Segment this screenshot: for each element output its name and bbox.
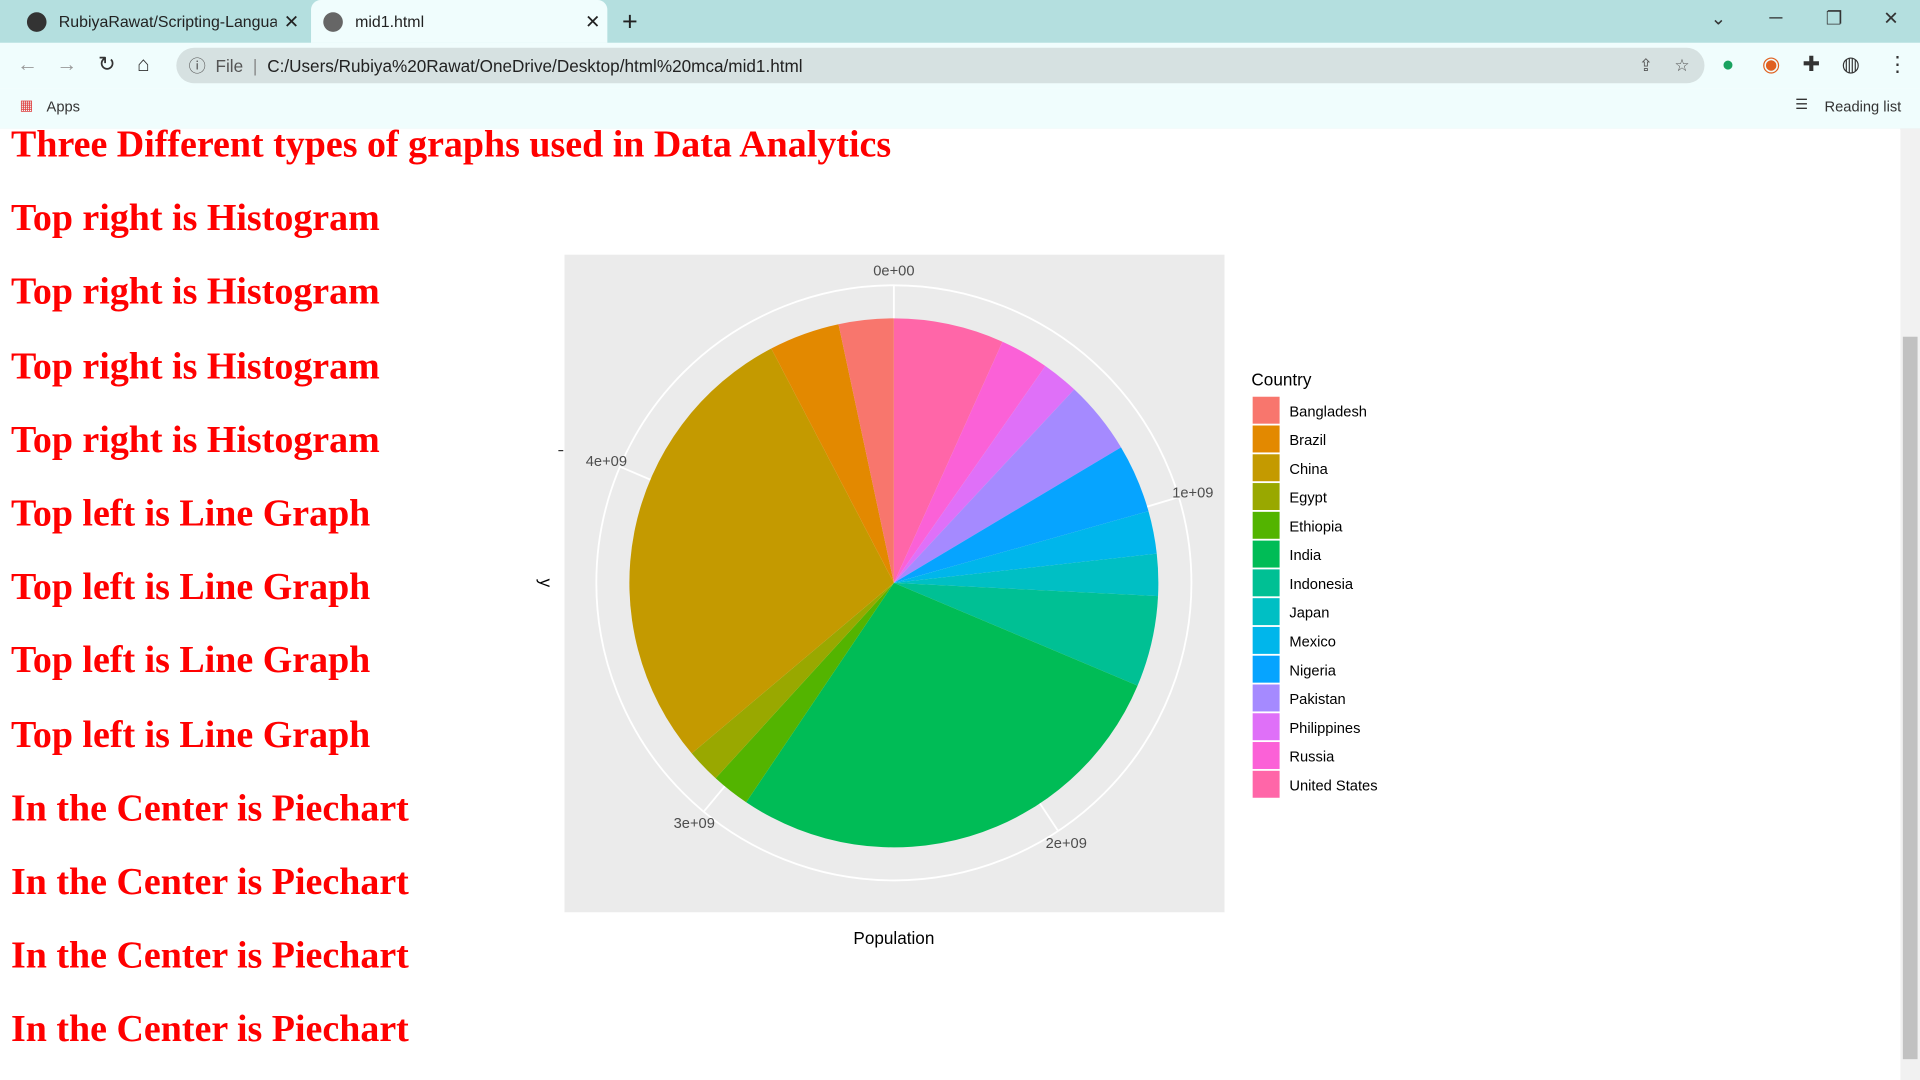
back-icon[interactable]: ← (17, 53, 38, 77)
reload-icon[interactable]: ↻ (98, 53, 115, 77)
legend-label: Japan (1289, 606, 1329, 622)
axis-tick-label: 3e+09 (674, 816, 715, 832)
pie-chart: 0e+00 1e+09 2e+09 3e+09 4e+09 Population y Coun… (536, 254, 1378, 948)
legend-key (1252, 483, 1280, 511)
tab-mid1[interactable]: mid1.html ✕ (311, 0, 608, 43)
legend-label: Bangladesh (1289, 404, 1367, 420)
menu-icon[interactable]: ⋮ (1887, 53, 1908, 77)
legend-label: Brazil (1289, 433, 1326, 449)
scrollbar-thumb[interactable] (1902, 336, 1918, 1060)
new-tab-button[interactable]: + (622, 6, 638, 38)
axis-tick-label: 2e+09 (1046, 836, 1087, 852)
close-icon[interactable]: ✕ (578, 10, 607, 33)
tab-label: RubiyaRawat/Scripting-Languages (58, 12, 277, 31)
scrollbar[interactable] (1900, 128, 1920, 1080)
legend-title: Country (1251, 370, 1311, 390)
restore-button[interactable]: ❐ (1826, 7, 1842, 30)
y-axis-label: y (536, 579, 556, 588)
legend-label: Nigeria (1289, 663, 1336, 679)
legend-label: Russia (1289, 750, 1335, 766)
close-icon[interactable]: ✕ (277, 10, 306, 33)
legend-key (1252, 598, 1280, 626)
legend-label: Indonesia (1289, 577, 1354, 593)
apps-icon[interactable]: ▦ (20, 97, 34, 114)
legend-key (1252, 684, 1280, 712)
tab-search-icon[interactable]: ⌄ (1711, 7, 1726, 30)
legend-key (1252, 713, 1280, 741)
scheme-label: File (215, 55, 244, 76)
legend-key (1252, 454, 1280, 482)
avatar[interactable]: ◍ (1842, 53, 1860, 77)
legend-key (1252, 655, 1280, 683)
puzzle-icon[interactable]: ✚ (1802, 53, 1819, 77)
legend-key (1252, 425, 1280, 453)
info-icon[interactable]: ⓘ (189, 53, 206, 77)
x-axis-label: Population (853, 928, 934, 948)
axis-tick-label: 1e+09 (1172, 486, 1213, 502)
tab-github[interactable]: RubiyaRawat/Scripting-Languages ✕ (15, 0, 306, 43)
globe-icon (323, 11, 343, 32)
minimize-button[interactable]: ─ (1769, 7, 1782, 28)
close-window-button[interactable]: ✕ (1883, 7, 1898, 30)
legend-label: Egypt (1289, 491, 1327, 507)
share-icon[interactable]: ⇪ (1639, 55, 1653, 76)
page-content: Three Different types of graphs used in … (0, 122, 1901, 1080)
reading-list-icon[interactable]: ☰ (1795, 96, 1808, 113)
legend-key (1252, 511, 1280, 539)
legend-label: Ethiopia (1289, 519, 1343, 535)
forward-icon[interactable]: → (56, 53, 77, 77)
star-icon[interactable]: ☆ (1674, 55, 1689, 76)
apps-link[interactable]: Apps (47, 98, 81, 115)
github-icon (26, 11, 47, 32)
home-icon[interactable]: ⌂ (137, 53, 150, 77)
grammarly-icon[interactable]: ● (1722, 53, 1735, 77)
legend-label: Pakistan (1289, 692, 1345, 708)
address-bar[interactable]: ⓘ File | C:/Users/Rubiya%20Rawat/OneDriv… (176, 47, 1705, 84)
extension-icon[interactable]: ◉ (1762, 53, 1780, 77)
legend-label: Mexico (1289, 635, 1336, 651)
legend-label: Philippines (1289, 721, 1360, 737)
tab-label: mid1.html (355, 12, 425, 31)
url-text[interactable]: C:/Users/Rubiya%20Rawat/OneDrive/Desktop… (267, 56, 802, 76)
legend-label: India (1289, 548, 1322, 564)
axis-tick-label: 4e+09 (586, 454, 627, 470)
legend-key (1252, 742, 1280, 769)
axis-tick-label: 0e+00 (873, 264, 914, 280)
legend-label: United States (1289, 778, 1377, 794)
reading-list-button[interactable]: Reading list (1824, 98, 1901, 115)
toolbar: ← → ↻ ⌂ ⓘ File | C:/Users/Rubiya%20Rawat… (0, 42, 1920, 89)
legend-key (1252, 540, 1280, 568)
legend-label: China (1289, 462, 1328, 478)
legend-key (1252, 626, 1280, 654)
tab-strip: RubiyaRawat/Scripting-Languages ✕ mid1.h… (0, 0, 1920, 43)
legend-key (1252, 569, 1280, 597)
legend-key (1252, 396, 1280, 424)
legend-key (1252, 770, 1280, 798)
